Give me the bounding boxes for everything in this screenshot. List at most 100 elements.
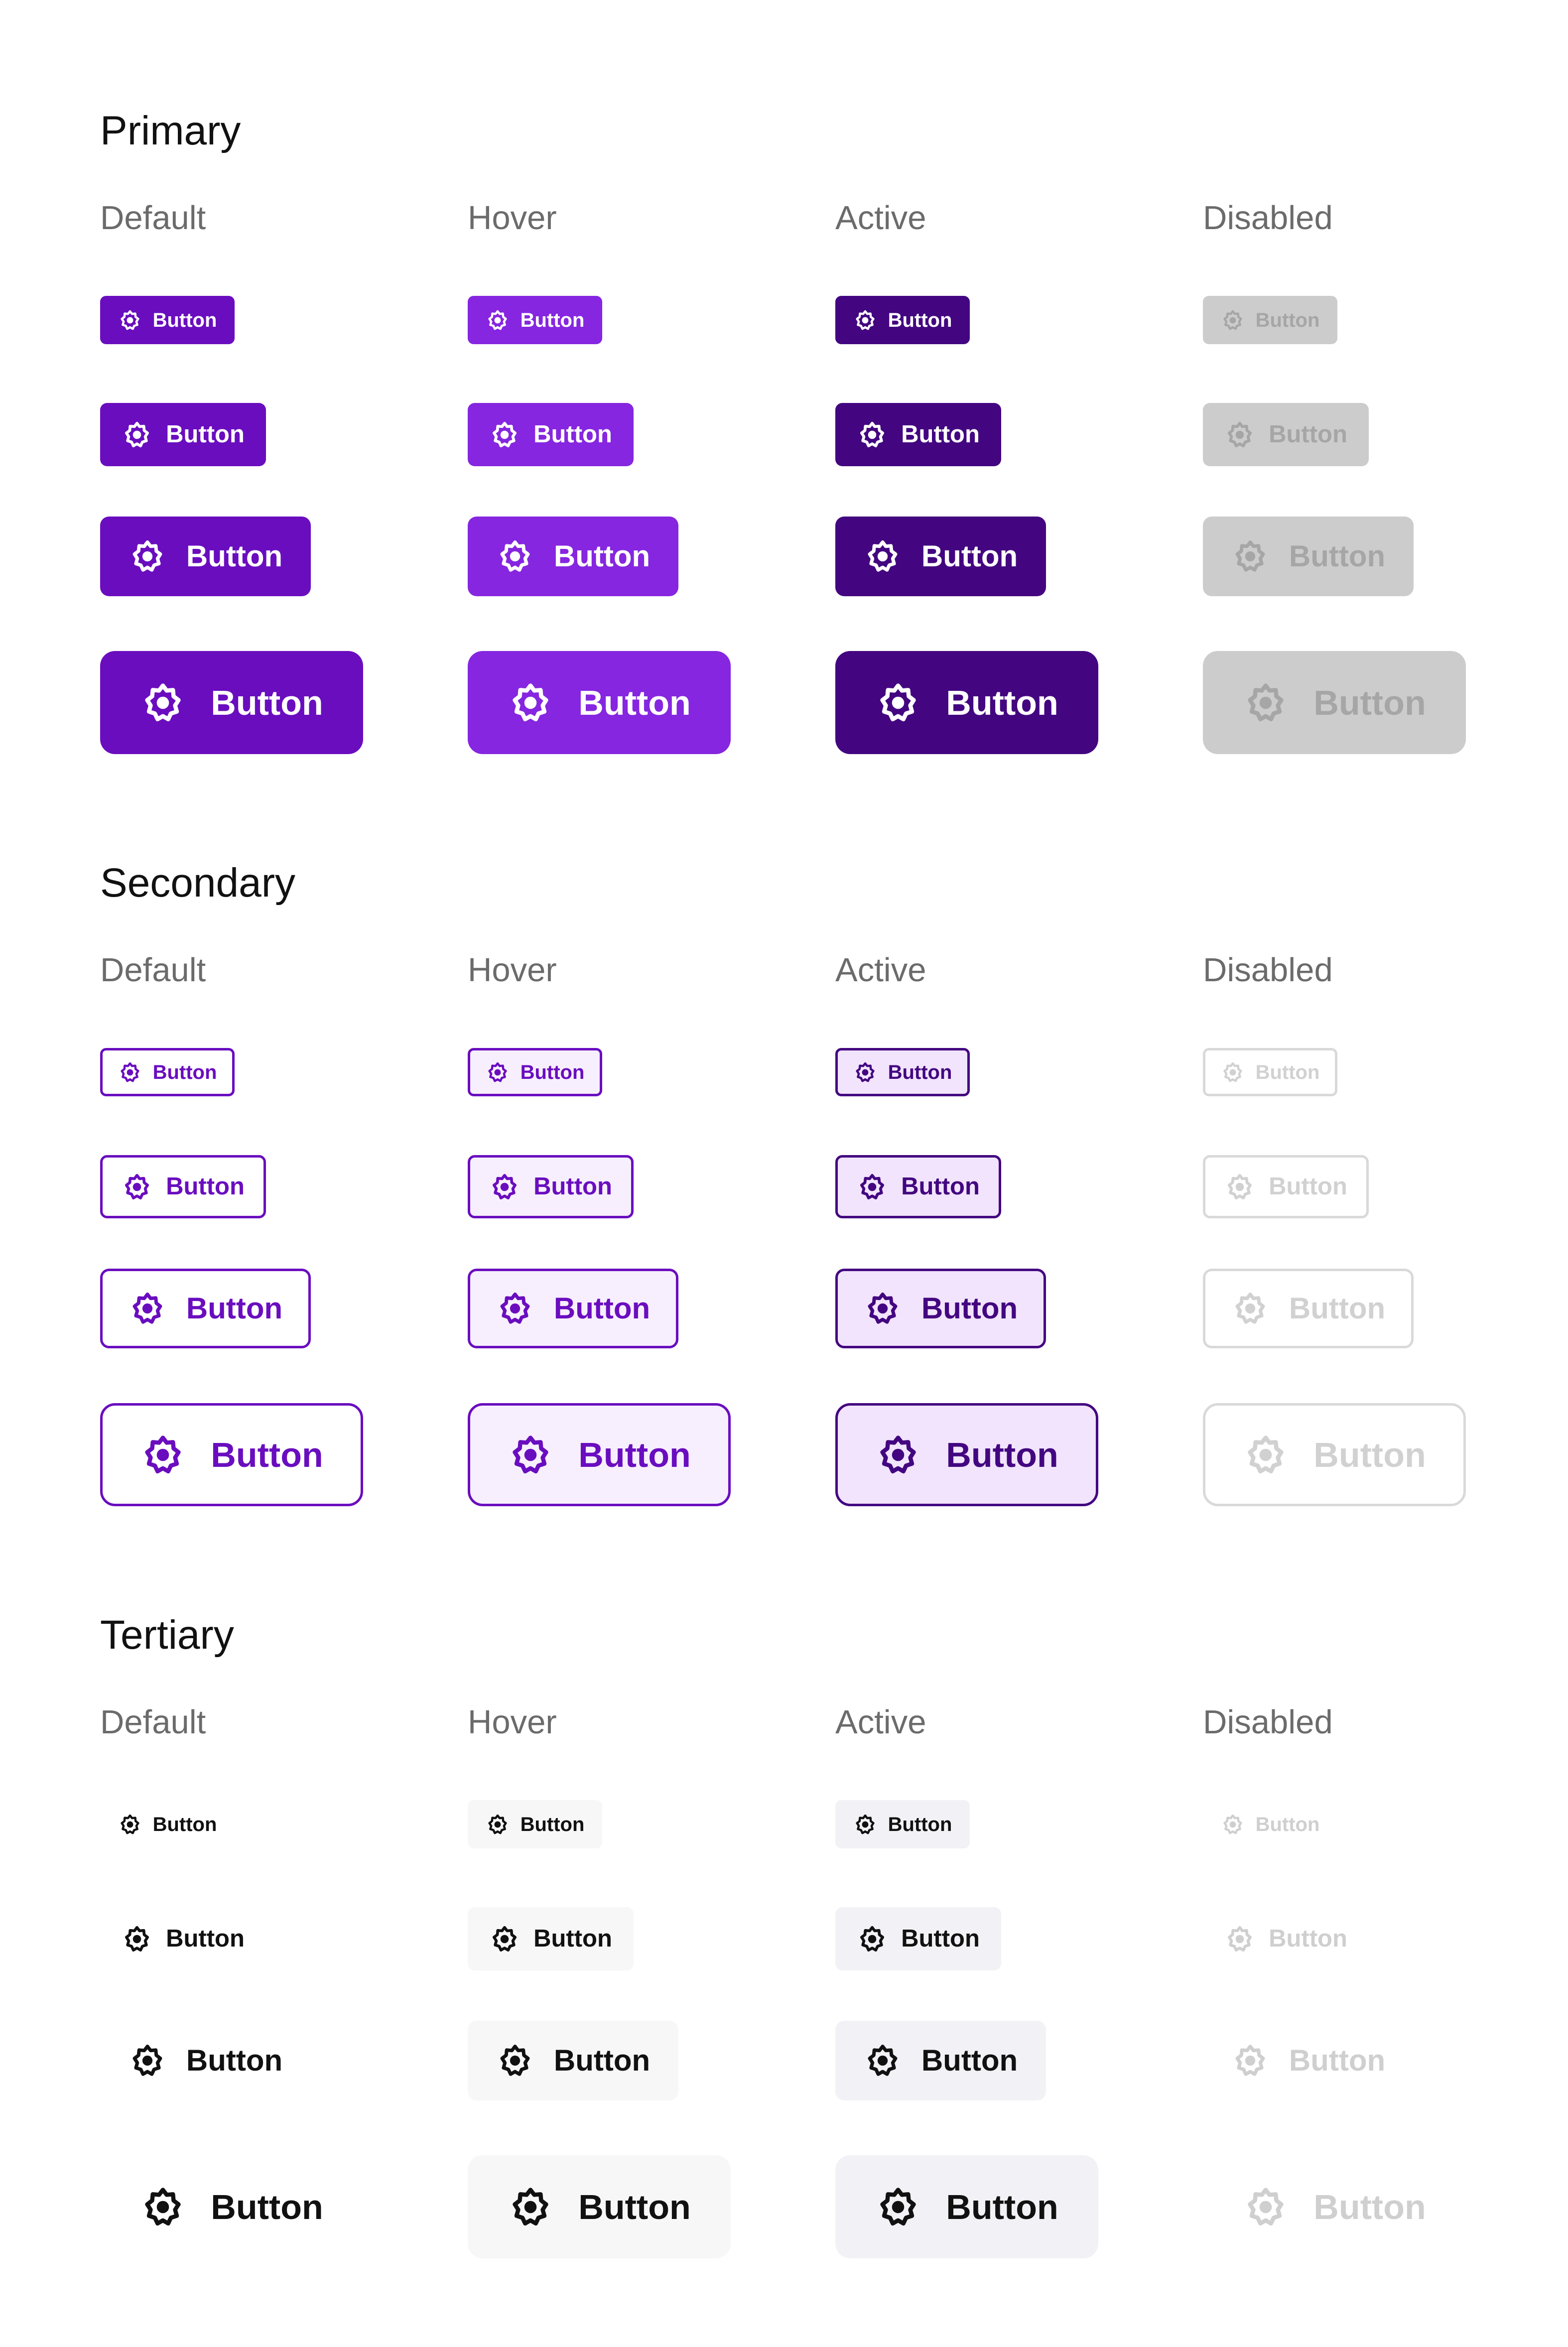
primary-button-hover-lg[interactable]: Button xyxy=(468,651,731,754)
gear-icon xyxy=(118,1060,142,1084)
primary-button-default-lg[interactable]: Button xyxy=(100,651,363,754)
secondary-state-label-hover: Hover xyxy=(468,951,557,989)
button-label: Button xyxy=(186,539,283,573)
tertiary-button-hover-md[interactable]: Button xyxy=(468,2021,678,2100)
gear-icon xyxy=(875,1432,921,1478)
primary-button-active-xs[interactable]: Button xyxy=(835,296,970,344)
primary-button-hover-sm[interactable]: Button xyxy=(468,403,634,466)
button-label: Button xyxy=(1289,1292,1386,1325)
primary-button-default-md[interactable]: Button xyxy=(100,517,311,596)
button-label: Button xyxy=(553,2044,651,2077)
tertiary-state-label-active: Active xyxy=(835,1703,926,1741)
button-label: Button xyxy=(520,1813,585,1835)
button-label: Button xyxy=(901,1925,980,1952)
primary-button-active-md[interactable]: Button xyxy=(835,517,1046,596)
gear-icon xyxy=(1243,2184,1289,2230)
secondary-button-active-sm[interactable]: Button xyxy=(835,1155,1001,1218)
gear-icon xyxy=(486,1060,510,1084)
primary-button-active-sm[interactable]: Button xyxy=(835,403,1001,466)
primary-button-disabled-lg[interactable]: Button xyxy=(1203,651,1466,754)
tertiary-button-default-sm[interactable]: Button xyxy=(100,1907,266,1970)
button-label: Button xyxy=(578,2187,691,2226)
tertiary-button-disabled-sm[interactable]: Button xyxy=(1203,1907,1369,1970)
gear-icon xyxy=(864,1290,902,1327)
primary-button-disabled-md[interactable]: Button xyxy=(1203,517,1414,596)
button-label: Button xyxy=(888,1061,952,1083)
secondary-button-active-lg[interactable]: Button xyxy=(835,1403,1098,1506)
button-label: Button xyxy=(211,1435,323,1474)
tertiary-button-default-md[interactable]: Button xyxy=(100,2021,311,2100)
button-label: Button xyxy=(1313,683,1426,722)
tertiary-button-hover-lg[interactable]: Button xyxy=(468,2155,731,2258)
gear-icon xyxy=(122,419,152,450)
primary-button-hover-md[interactable]: Button xyxy=(468,517,678,596)
secondary-button-active-xs[interactable]: Button xyxy=(835,1048,970,1096)
secondary-button-disabled-xs[interactable]: Button xyxy=(1203,1048,1337,1096)
gear-icon xyxy=(129,2042,166,2080)
primary-state-label-disabled: Disabled xyxy=(1203,199,1333,237)
secondary-button-default-xs[interactable]: Button xyxy=(100,1048,235,1096)
gear-icon xyxy=(508,2184,553,2230)
tertiary-button-disabled-lg[interactable]: Button xyxy=(1203,2155,1466,2258)
tertiary-button-disabled-md[interactable]: Button xyxy=(1203,2021,1414,2100)
gear-icon xyxy=(1243,680,1289,726)
tertiary-button-default-lg[interactable]: Button xyxy=(100,2155,363,2258)
secondary-button-default-lg[interactable]: Button xyxy=(100,1403,363,1506)
secondary-button-hover-xs[interactable]: Button xyxy=(468,1048,602,1096)
gear-icon xyxy=(1231,1290,1269,1327)
tertiary-button-active-md[interactable]: Button xyxy=(835,2021,1046,2100)
secondary-button-hover-sm[interactable]: Button xyxy=(468,1155,634,1218)
gear-icon xyxy=(853,1813,877,1836)
button-label: Button xyxy=(152,1061,217,1083)
tertiary-button-hover-xs[interactable]: Button xyxy=(468,1800,602,1848)
tertiary-button-active-sm[interactable]: Button xyxy=(835,1907,1001,1970)
button-label: Button xyxy=(921,539,1018,573)
button-label: Button xyxy=(1255,1061,1320,1083)
secondary-button-hover-md[interactable]: Button xyxy=(468,1269,678,1348)
gear-icon xyxy=(875,2184,921,2230)
secondary-button-disabled-md[interactable]: Button xyxy=(1203,1269,1414,1348)
button-label: Button xyxy=(553,1292,651,1325)
button-label: Button xyxy=(211,2187,323,2226)
button-label: Button xyxy=(533,1173,612,1200)
primary-button-active-lg[interactable]: Button xyxy=(835,651,1098,754)
secondary-section-title: Secondary xyxy=(100,860,296,906)
gear-icon xyxy=(496,537,534,575)
primary-button-default-sm[interactable]: Button xyxy=(100,403,266,466)
secondary-button-disabled-lg[interactable]: Button xyxy=(1203,1403,1466,1506)
button-label: Button xyxy=(1313,1435,1426,1474)
tertiary-button-default-xs[interactable]: Button xyxy=(100,1800,235,1848)
secondary-button-active-md[interactable]: Button xyxy=(835,1269,1046,1348)
primary-button-disabled-xs[interactable]: Button xyxy=(1203,296,1337,344)
button-label: Button xyxy=(1313,2187,1426,2226)
gear-icon xyxy=(489,1924,520,1955)
button-label: Button xyxy=(211,683,323,722)
primary-button-default-xs[interactable]: Button xyxy=(100,296,235,344)
primary-button-hover-xs[interactable]: Button xyxy=(468,296,602,344)
gear-icon xyxy=(129,537,166,575)
gear-icon xyxy=(1221,308,1245,332)
gear-icon xyxy=(1224,1924,1255,1955)
button-label: Button xyxy=(1289,2044,1386,2077)
button-label: Button xyxy=(186,2044,283,2077)
gear-icon xyxy=(486,308,510,332)
tertiary-button-active-lg[interactable]: Button xyxy=(835,2155,1098,2258)
tertiary-button-hover-sm[interactable]: Button xyxy=(468,1907,634,1970)
button-label: Button xyxy=(946,1435,1058,1474)
gear-icon xyxy=(1224,1172,1255,1202)
tertiary-state-label-hover: Hover xyxy=(468,1703,557,1741)
tertiary-button-disabled-xs[interactable]: Button xyxy=(1203,1800,1337,1848)
secondary-state-label-active: Active xyxy=(835,951,926,989)
secondary-button-hover-lg[interactable]: Button xyxy=(468,1403,731,1506)
gear-icon xyxy=(489,419,520,450)
secondary-button-default-sm[interactable]: Button xyxy=(100,1155,266,1218)
tertiary-button-active-xs[interactable]: Button xyxy=(835,1800,970,1848)
secondary-button-disabled-sm[interactable]: Button xyxy=(1203,1155,1369,1218)
primary-button-disabled-sm[interactable]: Button xyxy=(1203,403,1369,466)
button-label: Button xyxy=(186,1292,283,1325)
gear-icon xyxy=(1224,419,1255,450)
tertiary-state-label-default: Default xyxy=(100,1703,206,1741)
secondary-button-default-md[interactable]: Button xyxy=(100,1269,311,1348)
gear-icon xyxy=(857,419,888,450)
gear-icon xyxy=(496,1290,534,1327)
